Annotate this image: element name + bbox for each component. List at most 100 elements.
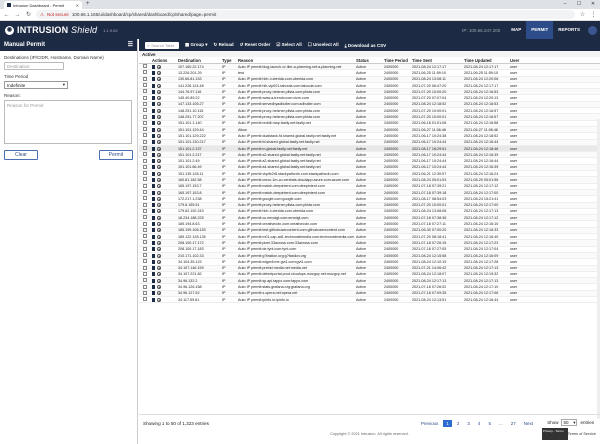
row-checkbox[interactable] [143,290,147,295]
row-checkbox[interactable] [143,227,147,232]
row-checkbox[interactable] [143,164,147,169]
row-checkbox[interactable] [143,259,147,264]
trash-icon[interactable] [152,196,155,201]
trash-icon[interactable] [152,127,155,132]
block-icon[interactable] [157,64,161,69]
page-5[interactable]: 5 [485,420,494,427]
block-icon[interactable] [157,215,161,220]
block-icon[interactable] [157,190,161,195]
row-checkbox[interactable] [143,284,147,289]
trash-icon[interactable] [152,253,155,258]
trash-icon[interactable] [152,184,155,189]
url-text[interactable]: 100.66.1.165/ui/dashboard/cp/shared/dash… [72,12,216,17]
block-icon[interactable] [157,209,161,214]
row-checkbox[interactable] [143,108,147,113]
download-csv-button[interactable]: ⤓ Download as CSV [345,43,387,48]
page-3[interactable]: 3 [464,420,473,427]
minimize-icon[interactable]: – [558,0,572,9]
reload-button[interactable]: ↻ Reload [214,42,234,48]
row-checkbox[interactable] [143,246,147,251]
block-icon[interactable] [157,240,161,245]
row-checkbox[interactable] [143,253,147,258]
block-icon[interactable] [157,203,161,208]
address-bar[interactable]: ⚠ Not secure 100.66.1.165/ui/dashboard/c… [36,10,575,19]
block-icon[interactable] [157,297,161,302]
nav-map[interactable]: MAP [506,21,526,39]
col-actions[interactable]: Actions [151,58,177,63]
row-checkbox[interactable] [143,202,147,207]
row-checkbox[interactable] [143,120,147,125]
trash-icon[interactable] [152,259,155,264]
row-checkbox[interactable] [143,183,147,188]
row-checkbox[interactable] [143,208,147,213]
row-checkbox[interactable] [143,89,147,94]
row-checkbox[interactable] [143,297,147,302]
block-icon[interactable] [157,83,161,88]
trash-icon[interactable] [152,228,155,233]
block-icon[interactable] [157,115,161,120]
block-icon[interactable] [157,70,161,75]
row-checkbox[interactable] [143,83,147,88]
reset-order-button[interactable]: ↺ Reset Order [240,42,271,48]
row-checkbox[interactable] [143,95,147,100]
browser-tab[interactable]: Intrusion Dashboard - Permit ✕ [4,1,82,9]
row-checkbox[interactable] [143,101,147,106]
block-icon[interactable] [157,228,161,233]
block-icon[interactable] [157,259,161,264]
permit-button[interactable]: Permit [99,150,133,160]
page-size-select[interactable]: 50 ▾ [561,419,578,426]
trash-icon[interactable] [152,266,155,271]
row-checkbox[interactable] [143,70,147,75]
block-icon[interactable] [157,140,161,145]
col-type[interactable]: Type [221,58,237,63]
block-icon[interactable] [157,272,161,277]
forward-icon[interactable]: → [14,12,21,18]
trash-icon[interactable] [152,140,155,145]
block-icon[interactable] [157,77,161,82]
row-checkbox[interactable] [143,196,147,201]
row-checkbox[interactable] [143,265,147,270]
block-icon[interactable] [157,291,161,296]
row-checkbox[interactable] [143,221,147,226]
row-checkbox[interactable] [143,171,147,176]
new-tab-icon[interactable]: + [86,1,90,7]
trash-icon[interactable] [152,171,155,176]
row-checkbox[interactable] [143,64,147,69]
trash-icon[interactable] [152,165,155,170]
block-icon[interactable] [157,196,161,201]
block-icon[interactable] [157,146,161,151]
trash-icon[interactable] [152,77,155,82]
reload-icon[interactable]: ↻ [25,11,32,18]
trash-icon[interactable] [152,146,155,151]
row-checkbox[interactable] [143,114,147,119]
nav-reports[interactable]: REPORTS [553,21,585,39]
user-avatar-icon[interactable] [588,25,597,35]
clear-button[interactable]: Clear [4,150,38,160]
trash-icon[interactable] [152,215,155,220]
trash-icon[interactable] [152,121,155,126]
trash-icon[interactable] [152,177,155,182]
col-destination[interactable]: Destination [177,58,221,63]
trash-icon[interactable] [152,278,155,283]
trash-icon[interactable] [152,234,155,239]
block-icon[interactable] [157,127,161,132]
trash-icon[interactable] [152,222,155,227]
block-icon[interactable] [157,222,161,227]
trash-icon[interactable] [152,272,155,277]
block-icon[interactable] [157,159,161,164]
trash-icon[interactable] [152,102,155,107]
trash-icon[interactable] [152,291,155,296]
row-checkbox[interactable] [143,215,147,220]
block-icon[interactable] [157,96,161,101]
trash-icon[interactable] [152,70,155,75]
row-checkbox[interactable] [143,139,147,144]
trash-icon[interactable] [152,240,155,245]
trash-icon[interactable] [152,108,155,113]
next-button[interactable]: Next [521,420,536,427]
trash-icon[interactable] [152,133,155,138]
trash-icon[interactable] [152,297,155,302]
block-icon[interactable] [157,177,161,182]
terms-link[interactable]: Terms of Service [568,432,596,436]
row-checkbox[interactable] [143,190,147,195]
block-icon[interactable] [157,285,161,290]
